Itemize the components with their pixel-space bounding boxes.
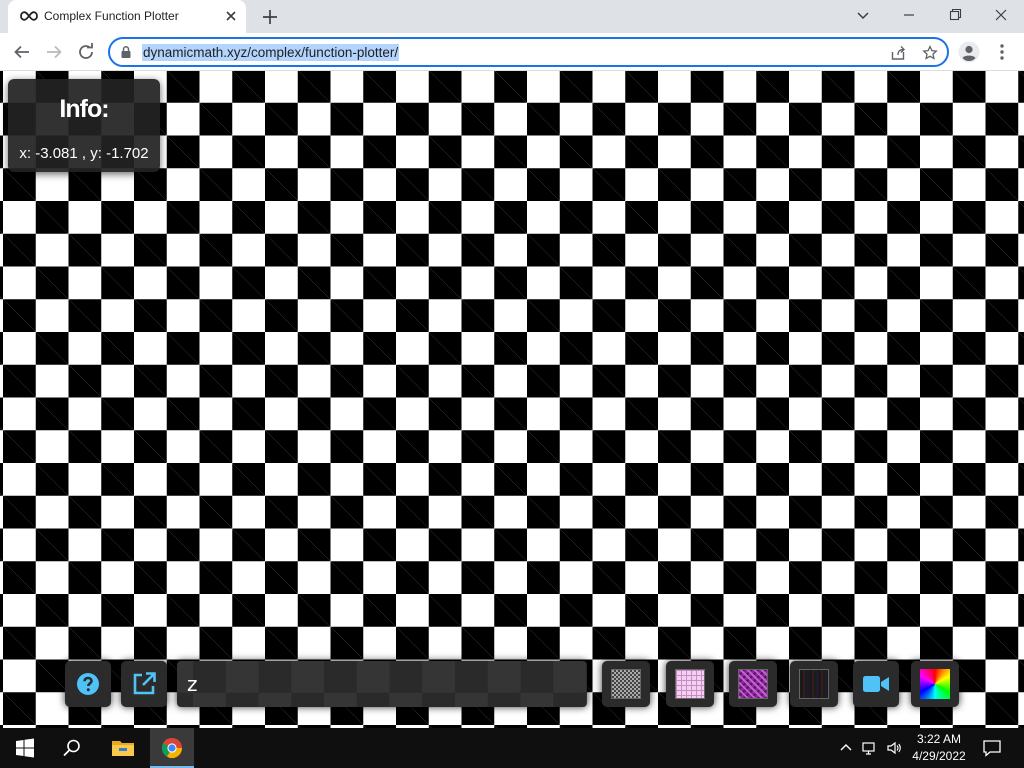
- tab-title: Complex Function Plotter: [44, 9, 179, 23]
- share-icon[interactable]: [890, 45, 906, 61]
- color-wheel-swatch: [920, 669, 950, 699]
- open-external-button[interactable]: [121, 661, 167, 707]
- minimize-icon[interactable]: [897, 5, 921, 25]
- taskbar-chrome-active[interactable]: [150, 728, 194, 768]
- dark-stripes-swatch: [799, 669, 829, 699]
- function-input[interactable]: [213, 667, 583, 701]
- texture-checker-button[interactable]: [602, 661, 650, 707]
- pink-grid-swatch: [675, 669, 705, 699]
- browser-toolbar: dynamicmath.xyz/complex/function-plotter…: [0, 33, 1024, 71]
- address-bar[interactable]: dynamicmath.xyz/complex/function-plotter…: [108, 37, 949, 67]
- texture-purple-button[interactable]: [729, 661, 777, 707]
- file-explorer-icon[interactable]: [111, 738, 135, 758]
- question-circle-icon: [77, 673, 99, 695]
- new-tab-icon[interactable]: [261, 8, 279, 26]
- system-clock[interactable]: 3:22 AM 4/29/2022: [906, 731, 972, 765]
- notifications-icon[interactable]: [982, 739, 1002, 757]
- info-panel: Info: x: -3.081 , y: -1.702: [8, 79, 160, 172]
- record-video-button[interactable]: [853, 661, 899, 707]
- video-camera-icon: [863, 676, 889, 692]
- network-icon[interactable]: [862, 740, 878, 756]
- close-window-icon[interactable]: [989, 5, 1013, 25]
- texture-pink-grid-button[interactable]: [666, 661, 714, 707]
- reload-icon[interactable]: [76, 42, 96, 62]
- forward-arrow-icon[interactable]: [44, 42, 64, 62]
- cursor-coordinates: x: -3.081 , y: -1.702: [19, 145, 149, 162]
- color-wheel-button[interactable]: [911, 661, 959, 707]
- profile-avatar-icon[interactable]: [958, 41, 980, 63]
- clock-time: 3:22 AM: [916, 732, 962, 746]
- windows-start-icon[interactable]: [15, 738, 35, 758]
- help-button[interactable]: [65, 661, 111, 707]
- search-icon[interactable]: [62, 738, 82, 758]
- volume-icon[interactable]: [886, 740, 902, 756]
- plot-canvas[interactable]: Info: x: -3.081 , y: -1.702 z: [0, 71, 1024, 728]
- infinity-icon: [20, 11, 38, 21]
- purple-pattern-swatch: [738, 669, 768, 699]
- info-title: Info:: [59, 95, 109, 123]
- show-hidden-icons-chevron-icon[interactable]: [838, 740, 854, 756]
- screen: Complex Function Plotter dynamicmath.xyz…: [0, 0, 1024, 768]
- windows-taskbar: 3:22 AM 4/29/2022: [0, 728, 1024, 768]
- lock-icon[interactable]: [119, 45, 133, 59]
- function-variable-label: z: [187, 672, 198, 696]
- url-text[interactable]: dynamicmath.xyz/complex/function-plotter…: [142, 44, 400, 61]
- checkerboard-swatch: [611, 669, 641, 699]
- external-link-icon: [133, 672, 156, 695]
- back-arrow-icon[interactable]: [12, 42, 32, 62]
- tab-search-icon[interactable]: [851, 5, 875, 25]
- function-input-box[interactable]: z: [177, 661, 587, 707]
- restore-icon[interactable]: [943, 5, 967, 25]
- chrome-icon: [161, 737, 183, 759]
- clock-date: 4/29/2022: [912, 749, 966, 763]
- kebab-menu-icon[interactable]: [994, 42, 1010, 62]
- bookmark-star-icon[interactable]: [922, 45, 938, 61]
- close-tab-icon[interactable]: [224, 9, 238, 23]
- browser-tab[interactable]: Complex Function Plotter: [8, 0, 246, 33]
- texture-dark-stripes-button[interactable]: [790, 661, 838, 707]
- browser-tab-strip: Complex Function Plotter: [0, 0, 1024, 33]
